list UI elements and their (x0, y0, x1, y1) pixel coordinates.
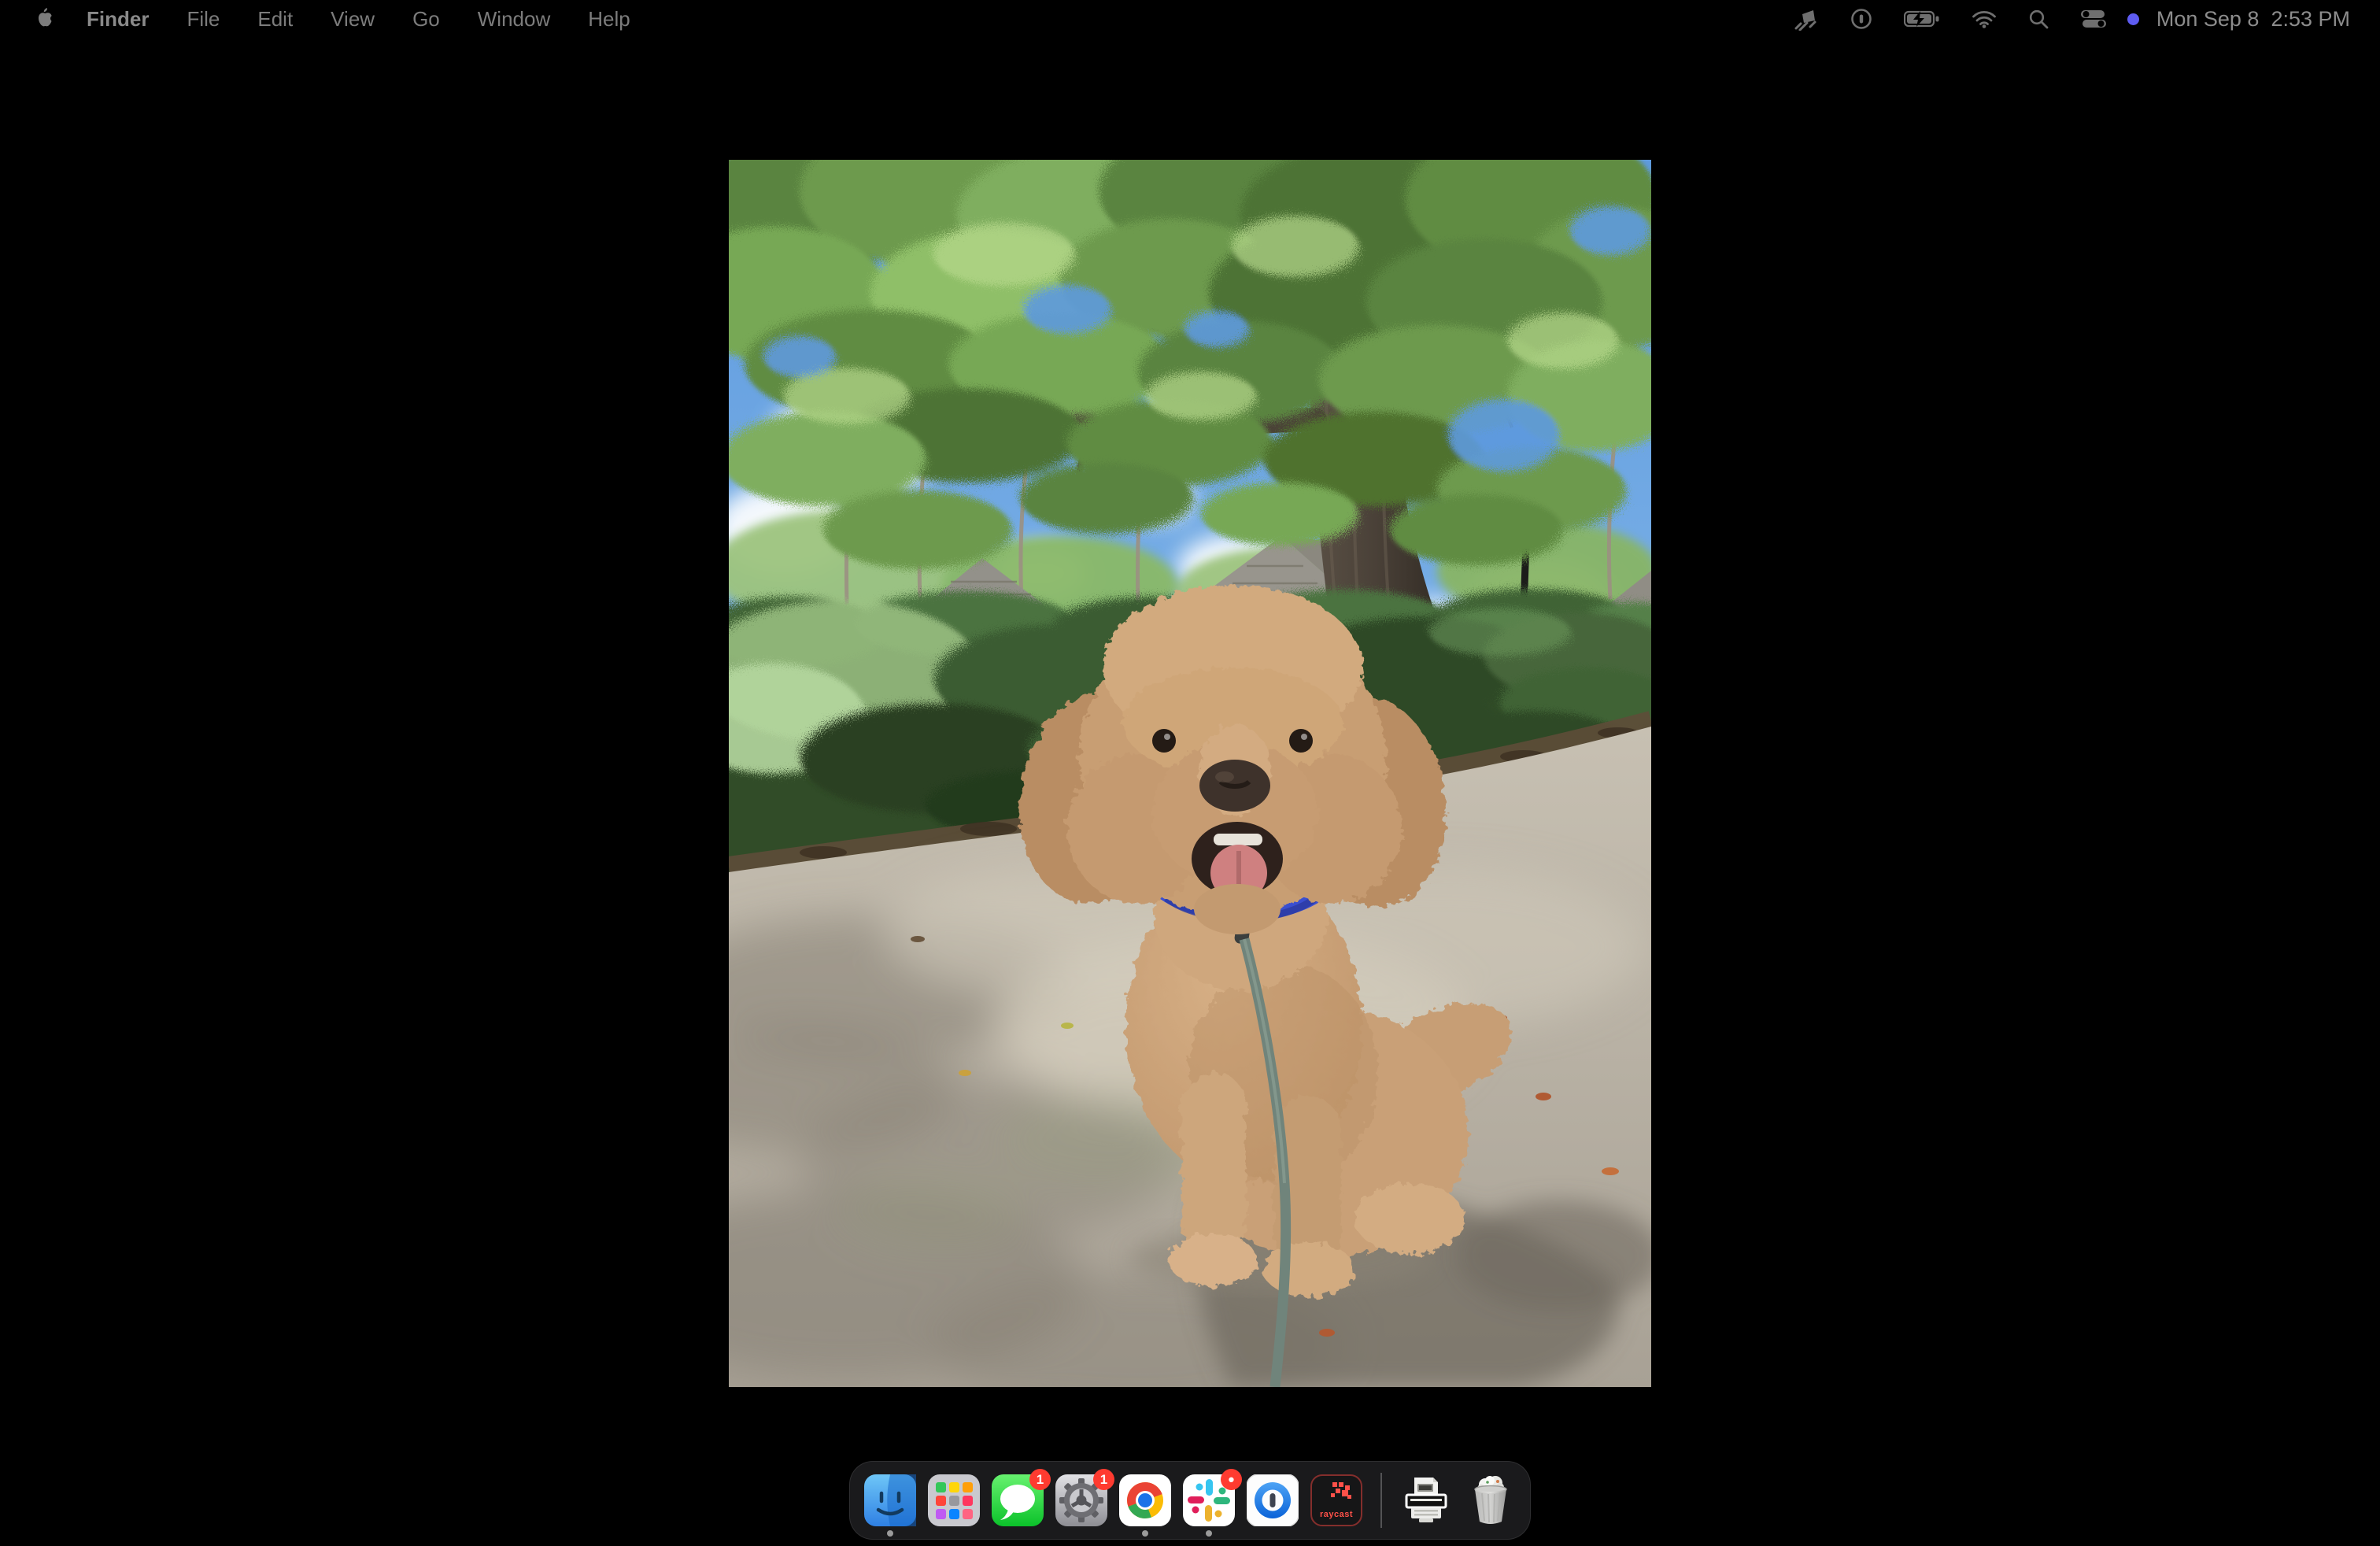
dock-printer[interactable] (1400, 1474, 1452, 1526)
menu-bar-status: Mon Sep 8 2:53 PM (1776, 7, 2350, 31)
photo-viewer: 10TH TER (729, 160, 1651, 1387)
dock-messages[interactable]: 1 (992, 1474, 1044, 1526)
battery-charging-icon[interactable] (1904, 9, 1940, 28)
apple-logo-icon (33, 6, 54, 31)
control-center-icon[interactable] (2080, 9, 2107, 28)
menu-go[interactable]: Go (394, 0, 459, 38)
dock-trash[interactable] (1464, 1474, 1516, 1526)
dock-slack[interactable]: • (1183, 1474, 1235, 1526)
menu-finder[interactable]: Finder (68, 0, 168, 38)
notification-badge: 1 (1029, 1469, 1051, 1490)
menu-view[interactable]: View (312, 0, 394, 38)
wifi-icon[interactable] (1972, 9, 1997, 28)
dock-chrome[interactable] (1119, 1474, 1171, 1526)
menu-window[interactable]: Window (459, 0, 569, 38)
menu-help[interactable]: Help (569, 0, 649, 38)
running-indicator (1206, 1530, 1212, 1537)
finder-icon (864, 1474, 916, 1526)
menu-file[interactable]: File (168, 0, 238, 38)
onepassword-icon (1247, 1474, 1299, 1526)
notification-badge: • (1221, 1469, 1242, 1490)
dock: 1 1 (849, 1461, 1531, 1540)
onepassword-menu-icon[interactable] (1850, 8, 1872, 30)
menu-bar: Finder File Edit View Go Window Help (0, 0, 2380, 38)
striped-status-icon[interactable] (1792, 7, 1819, 31)
focus-indicator-dot[interactable] (2127, 13, 2139, 25)
desktop: Finder File Edit View Go Window Help (0, 0, 2380, 1546)
running-indicator (887, 1530, 893, 1537)
dock-1password[interactable] (1247, 1474, 1299, 1526)
menu-edit[interactable]: Edit (238, 0, 312, 38)
launchpad-icon (928, 1474, 980, 1526)
running-indicator (1142, 1530, 1148, 1537)
dock-separator (1380, 1473, 1382, 1528)
trash-full-icon (1464, 1474, 1516, 1526)
dock-launchpad[interactable] (928, 1474, 980, 1526)
notification-badge: 1 (1093, 1469, 1114, 1490)
spotlight-search-icon[interactable] (2028, 9, 2049, 29)
tree-canopy (729, 160, 1651, 569)
dock-raycast[interactable]: raycast (1310, 1474, 1362, 1526)
chrome-icon (1119, 1474, 1171, 1526)
printer-icon (1400, 1474, 1452, 1526)
raycast-label: raycast (1310, 1510, 1362, 1519)
apple-menu[interactable] (33, 6, 57, 32)
dock-finder[interactable] (864, 1474, 916, 1526)
menu-bar-clock[interactable]: Mon Sep 8 2:53 PM (2156, 7, 2350, 31)
dock-system-settings[interactable]: 1 (1055, 1474, 1107, 1526)
